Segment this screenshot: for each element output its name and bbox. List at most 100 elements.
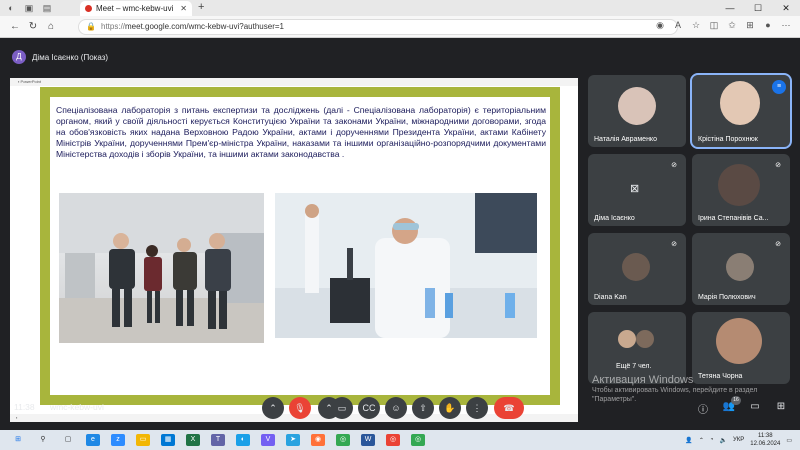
mic-options-icon[interactable]: ⌃ — [262, 397, 284, 419]
presenter-name: Діма Ісаєнко (Показ) — [32, 52, 109, 62]
shared-screen: ▪ PowerPoint Спеціалізована лабораторія … — [10, 78, 578, 422]
task-view-icon[interactable]: ▢ — [61, 434, 75, 446]
presenter-label: Д Діма Ісаєнко (Показ) — [12, 50, 108, 64]
chrome-icon[interactable]: ◎ — [336, 434, 350, 446]
powerpoint-titlebar: ▪ PowerPoint — [10, 78, 578, 86]
mic-off-icon: ⊘ — [667, 238, 681, 252]
windows-taskbar: ⊞ ⚲ ▢ e z ▭ ▦ X T ◐ V ➤ ◉ ◎ W ◎ ◎ 👤 ⌃ ◔ … — [0, 430, 800, 450]
end-call-button[interactable]: ☎ — [494, 397, 524, 419]
participant-name: Ірина Степанівів Са... — [698, 215, 769, 222]
store-icon[interactable]: ▦ — [161, 434, 175, 446]
back-icon[interactable]: ← — [6, 21, 24, 32]
meet-control-bar: 11:38 wmc-kebw-uvi ⌃ 🎙 ⌃ ▭ CC ☺ ⇧ ✋ ⋮ ☎ … — [0, 393, 800, 423]
meeting-code: wmc-kebw-uvi — [50, 402, 104, 412]
more-icon[interactable]: ⋯ — [780, 20, 792, 31]
search-icon[interactable]: ⚲ — [36, 434, 50, 446]
profile-icon[interactable]: ◐ — [4, 1, 18, 15]
edge-icon[interactable]: e — [86, 434, 100, 446]
start-icon[interactable]: ⊞ — [11, 434, 25, 446]
more-participants-label: Ещё 7 чел. — [616, 363, 652, 370]
telegram-icon[interactable]: ➤ — [286, 434, 300, 446]
favorite-icon[interactable]: ☆ — [690, 20, 702, 31]
participant-avatar — [622, 253, 650, 281]
refresh-icon[interactable]: ↻ — [24, 21, 42, 32]
participant-tile[interactable]: ⊘ Diana Kan — [588, 233, 686, 305]
participant-avatar — [618, 330, 636, 348]
zoom-icon[interactable]: z — [111, 434, 125, 446]
minimize-icon[interactable]: — — [716, 0, 744, 16]
url-field[interactable]: 🔒 https://meet.google.com/wmc-kebw-uvi?a… — [78, 19, 678, 35]
participant-video — [720, 81, 760, 125]
close-window-icon[interactable]: ✕ — [772, 0, 800, 16]
url-scheme: https:// — [101, 22, 126, 31]
participant-name: Крістіна Порохнюк — [698, 136, 758, 143]
emoji-button[interactable]: ☺ — [385, 397, 407, 419]
camera-icon[interactable]: ◉ — [654, 20, 666, 31]
tab-actions-icon[interactable]: ▣ — [22, 1, 36, 15]
speaking-indicator-icon: ≡ — [772, 80, 786, 94]
tray-clock[interactable]: 11:38 12.06.2024 — [750, 432, 780, 448]
firefox-icon[interactable]: ◉ — [311, 434, 325, 446]
participant-name: Наталія Авраменко — [594, 136, 657, 143]
chevron-up-icon[interactable]: ⌃ — [699, 437, 704, 444]
participant-tile[interactable]: Наталія Авраменко — [588, 75, 686, 147]
close-tab-icon[interactable]: ✕ — [180, 4, 187, 13]
teams-icon[interactable]: T — [211, 434, 225, 446]
participant-video — [716, 318, 762, 364]
collections-icon[interactable]: ⊞ — [744, 20, 756, 31]
participant-tile[interactable]: ⊘ ⊠ Діма Ісаєнко — [588, 154, 686, 226]
chrome-profile-2-icon[interactable]: ◎ — [411, 434, 425, 446]
captions-button[interactable]: CC — [358, 397, 380, 419]
info-icon[interactable]: ⓘ — [696, 401, 710, 416]
photo-laboratory — [275, 193, 537, 338]
split-screen-icon[interactable]: ◫ — [708, 20, 720, 31]
camera-off-icon: ⊠ — [630, 183, 640, 195]
mic-off-icon: ⊘ — [771, 159, 785, 173]
mic-off-icon: ⊘ — [771, 238, 785, 252]
language-indicator[interactable]: УКР — [733, 437, 744, 443]
participant-video — [718, 164, 760, 206]
present-button[interactable]: ⇧ — [412, 397, 434, 419]
viber-icon[interactable]: V — [261, 434, 275, 446]
url-text: meet.google.com/wmc-kebw-uvi?authuser=1 — [125, 22, 284, 31]
camera-button[interactable]: ▭ — [331, 397, 353, 419]
participant-tile-active[interactable]: ≡ Крістіна Порохнюк — [690, 73, 792, 149]
favorites-icon[interactable]: ✩ — [726, 20, 738, 31]
vertical-tabs-icon[interactable]: ▤ — [40, 1, 54, 15]
chrome-profile-icon[interactable]: ◎ — [386, 434, 400, 446]
wifi-icon[interactable]: ◔ — [710, 437, 714, 443]
participant-tile[interactable]: ⊘ Ірина Степанівів Са... — [692, 154, 790, 226]
activities-icon[interactable]: ⊞ — [774, 401, 788, 412]
word-icon[interactable]: W — [361, 434, 375, 446]
tray-date: 12.06.2024 — [750, 441, 781, 447]
recording-icon — [85, 5, 92, 12]
lock-icon: 🔒 — [86, 22, 96, 31]
mic-off-icon: ⊘ — [667, 159, 681, 173]
meeting-clock: 11:38 — [14, 402, 35, 412]
browser-tab-meet[interactable]: Meet – wmc-kebw-uvi ✕ — [80, 1, 192, 16]
tab-title: Meet – wmc-kebw-uvi — [96, 4, 174, 13]
home-icon[interactable]: ⌂ — [42, 21, 60, 32]
volume-icon[interactable]: 🔈 — [720, 437, 727, 444]
participant-tile[interactable]: ⊘ Марія Полюхович — [692, 233, 790, 305]
maximize-icon[interactable]: ☐ — [744, 0, 772, 16]
more-options-button[interactable]: ⋮ — [466, 397, 488, 419]
excel-icon[interactable]: X — [186, 434, 200, 446]
notifications-icon[interactable]: ▭ — [786, 437, 792, 444]
slide-frame: Спеціалізована лабораторія з питань експ… — [40, 87, 560, 405]
participant-video — [618, 87, 656, 125]
meet-window: Д Діма Ісаєнко (Показ) ▪ PowerPoint Спец… — [0, 38, 800, 423]
app-icon[interactable]: ◐ — [236, 434, 250, 446]
chat-icon[interactable]: ▭ — [748, 401, 762, 412]
presenter-avatar: Д — [12, 50, 26, 64]
mic-off-button[interactable]: 🎙 — [289, 397, 311, 419]
raise-hand-button[interactable]: ✋ — [439, 397, 461, 419]
participant-name: Diana Kan — [594, 294, 627, 301]
read-aloud-icon[interactable]: A — [672, 20, 684, 31]
participants-count-badge: 16 — [731, 396, 741, 405]
profile-avatar-icon[interactable]: ● — [762, 20, 774, 31]
watermark-title: Активация Windows — [592, 374, 694, 386]
new-tab-icon[interactable]: + — [198, 1, 204, 13]
people-tray-icon[interactable]: 👤 — [685, 437, 692, 444]
file-explorer-icon[interactable]: ▭ — [136, 434, 150, 446]
